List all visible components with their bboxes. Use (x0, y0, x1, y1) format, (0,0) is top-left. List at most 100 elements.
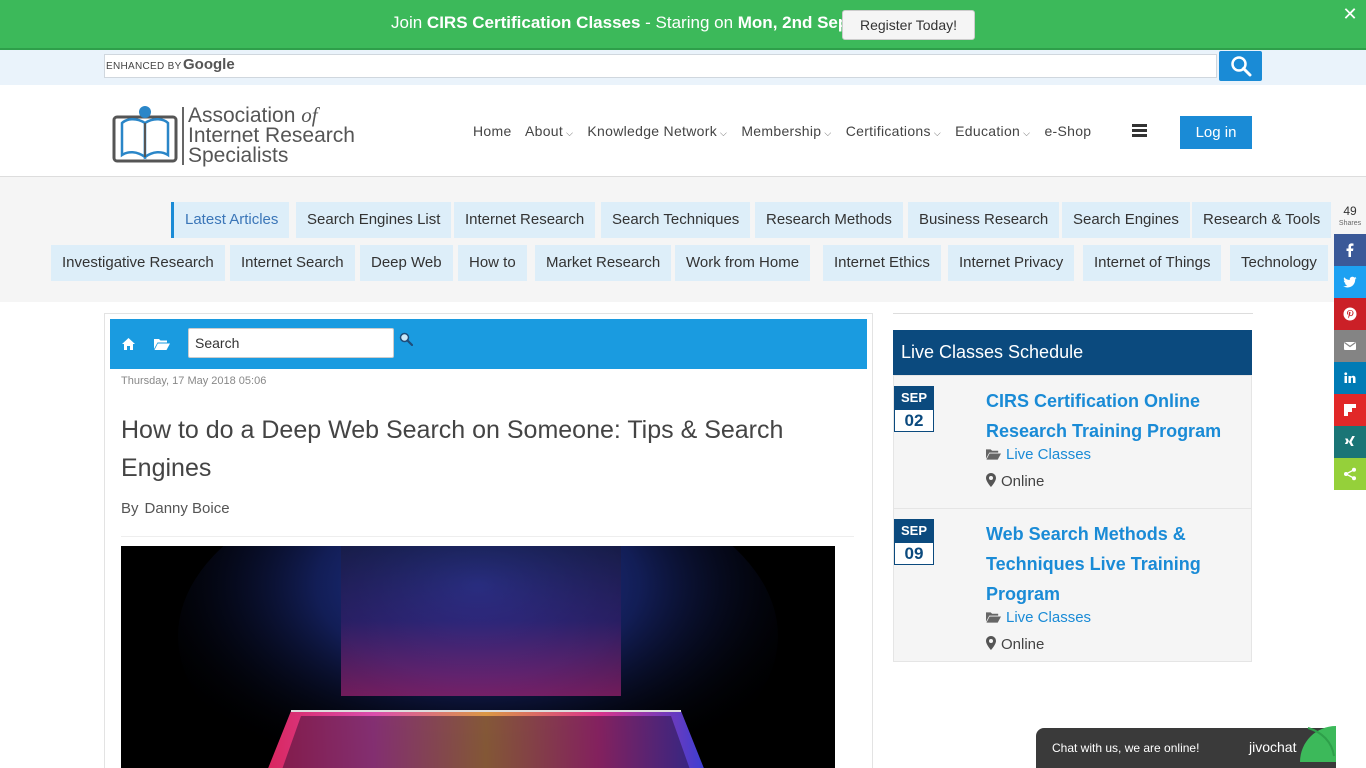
nav-knowledge-network-label: Knowledge Network (587, 123, 718, 139)
tag-research-tools[interactable]: Research & Tools (1192, 202, 1332, 238)
event-category: Live Classes (986, 446, 1091, 463)
chevron-down-icon: ⌵ (566, 128, 574, 138)
tag-business-research[interactable]: Business Research (908, 202, 1060, 238)
home-icon[interactable] (122, 338, 135, 350)
chat-status-text: Chat with us, we are online! (1052, 741, 1200, 755)
event-month: SEP (894, 386, 934, 409)
google-search-input[interactable]: ENHANCED BY Google (104, 54, 1217, 78)
tag-internet-ethics[interactable]: Internet Ethics (823, 245, 941, 281)
tag-technology[interactable]: Technology (1230, 245, 1328, 281)
promo-middle: - Staring on (640, 13, 738, 32)
nav-eshop[interactable]: e-Shop (1044, 123, 1091, 139)
sidebar: Live Classes Schedule SEP 02 CIRS Certif… (893, 313, 1253, 662)
google-search-button[interactable] (1219, 51, 1262, 81)
tag-investigative-research[interactable]: Investigative Research (51, 245, 225, 281)
linkedin-share-button[interactable] (1334, 362, 1366, 394)
article-search-input[interactable]: Search (188, 328, 394, 358)
tag-deep-web[interactable]: Deep Web (360, 245, 453, 281)
chevron-down-icon: ⌵ (933, 128, 941, 138)
nav-about-label: About (524, 123, 564, 139)
promo-text: Join CIRS Certification Classes - Starin… (391, 12, 854, 34)
event-location-text: Online (1001, 636, 1045, 653)
tag-work-from-home[interactable]: Work from Home (675, 245, 811, 281)
nav-home[interactable]: Home (473, 123, 512, 139)
logo-icon[interactable] (112, 103, 178, 165)
tag-how-to[interactable]: How to (458, 245, 527, 281)
nav-knowledge-network[interactable]: Knowledge Network ⌵ (587, 123, 727, 139)
enhanced-by-label: ENHANCED BY (106, 61, 182, 72)
event-location-text: Online (1001, 473, 1045, 490)
chevron-down-icon: ⌵ (1023, 128, 1031, 138)
nav-education-label: Education (955, 123, 1021, 139)
folder-open-icon[interactable] (154, 338, 170, 350)
search-icon[interactable] (399, 332, 413, 346)
site-header: Association of Internet Research Special… (0, 85, 1366, 177)
logo-line-3: Specialists (188, 144, 289, 167)
event-item: SEP 02 CIRS Certification Online Researc… (893, 375, 1252, 509)
close-icon[interactable]: ✕ (1340, 4, 1360, 25)
tag-internet-search[interactable]: Internet Search (230, 245, 355, 281)
logo-line-2: Internet Research (188, 124, 355, 147)
logo-text[interactable]: Association of Internet Research Special… (188, 105, 355, 167)
tag-search-engines[interactable]: Search Engines (1062, 202, 1190, 238)
share-icon (1344, 467, 1356, 481)
tag-search-techniques[interactable]: Search Techniques (601, 202, 751, 238)
event-day: 09 (894, 542, 934, 565)
article-hero-image (121, 546, 835, 768)
nav-membership-label: Membership (741, 123, 822, 139)
flipboard-icon (1344, 404, 1356, 416)
folder-open-icon (986, 449, 1001, 460)
chat-widget[interactable]: Chat with us, we are online! jivochat (1036, 728, 1336, 768)
linkedin-icon (1344, 372, 1356, 383)
pinterest-icon (1343, 307, 1357, 321)
main-nav: Home About ⌵ Knowledge Network ⌵ Membershi… (473, 123, 1101, 139)
promo-highlight-classes: CIRS Certification Classes (426, 13, 641, 32)
tag-search-engines-list[interactable]: Search Engines List (296, 202, 452, 238)
event-item: SEP 09 Web Search Methods & Techniques L… (893, 508, 1252, 662)
jivochat-logo: jivochat (1249, 739, 1297, 755)
email-share-button[interactable] (1334, 330, 1366, 362)
flipboard-share-button[interactable] (1334, 394, 1366, 426)
chat-bubble-icon[interactable] (1300, 726, 1336, 762)
hamburger-menu-icon[interactable] (1132, 124, 1147, 138)
nav-certifications[interactable]: Certifications ⌵ (846, 123, 941, 139)
promo-prefix: Join (391, 13, 427, 32)
nav-membership[interactable]: Membership ⌵ (741, 123, 831, 139)
event-category-link[interactable]: Live Classes (1006, 446, 1091, 463)
nav-certifications-label: Certifications (845, 123, 931, 139)
tag-market-research[interactable]: Market Research (535, 245, 672, 281)
logo-divider (182, 107, 184, 165)
event-category-link[interactable]: Live Classes (1006, 609, 1091, 626)
byline-prefix: By (121, 500, 139, 517)
tag-research-methods[interactable]: Research Methods (755, 202, 903, 238)
google-logo: Google (183, 56, 235, 73)
folder-open-icon (986, 612, 1001, 623)
share-count: 49 Shares (1334, 202, 1366, 227)
category-tags: Latest Articles Search Engines List Inte… (0, 177, 1366, 302)
xing-share-button[interactable] (1334, 426, 1366, 458)
event-title-link[interactable]: Web Search Methods & Techniques Live Tra… (986, 519, 1236, 609)
tag-internet-of-things[interactable]: Internet of Things (1083, 245, 1222, 281)
facebook-share-button[interactable] (1334, 234, 1366, 266)
twitter-icon (1343, 276, 1357, 288)
laptop-image (121, 546, 835, 768)
register-today-button[interactable]: Register Today! (842, 10, 975, 40)
login-button[interactable]: Log in (1180, 116, 1252, 149)
live-classes-header: Live Classes Schedule (893, 330, 1252, 375)
pinterest-share-button[interactable] (1334, 298, 1366, 330)
tag-latest-articles[interactable]: Latest Articles (171, 202, 290, 238)
twitter-share-button[interactable] (1334, 266, 1366, 298)
map-marker-icon (986, 473, 996, 487)
nav-education[interactable]: Education ⌵ (955, 123, 1030, 139)
map-marker-icon (986, 636, 996, 650)
sharethis-share-button[interactable] (1334, 458, 1366, 490)
nav-about[interactable]: About ⌵ (525, 123, 573, 139)
xing-icon (1344, 436, 1355, 446)
event-title-link[interactable]: CIRS Certification Online Research Train… (986, 386, 1236, 446)
chevron-down-icon: ⌵ (720, 128, 728, 138)
tag-internet-privacy[interactable]: Internet Privacy (948, 245, 1075, 281)
promo-banner: Join CIRS Certification Classes - Starin… (0, 0, 1366, 50)
event-location: Online (986, 636, 1044, 653)
article-author[interactable]: Danny Boice (145, 500, 230, 517)
tag-internet-research[interactable]: Internet Research (454, 202, 596, 238)
